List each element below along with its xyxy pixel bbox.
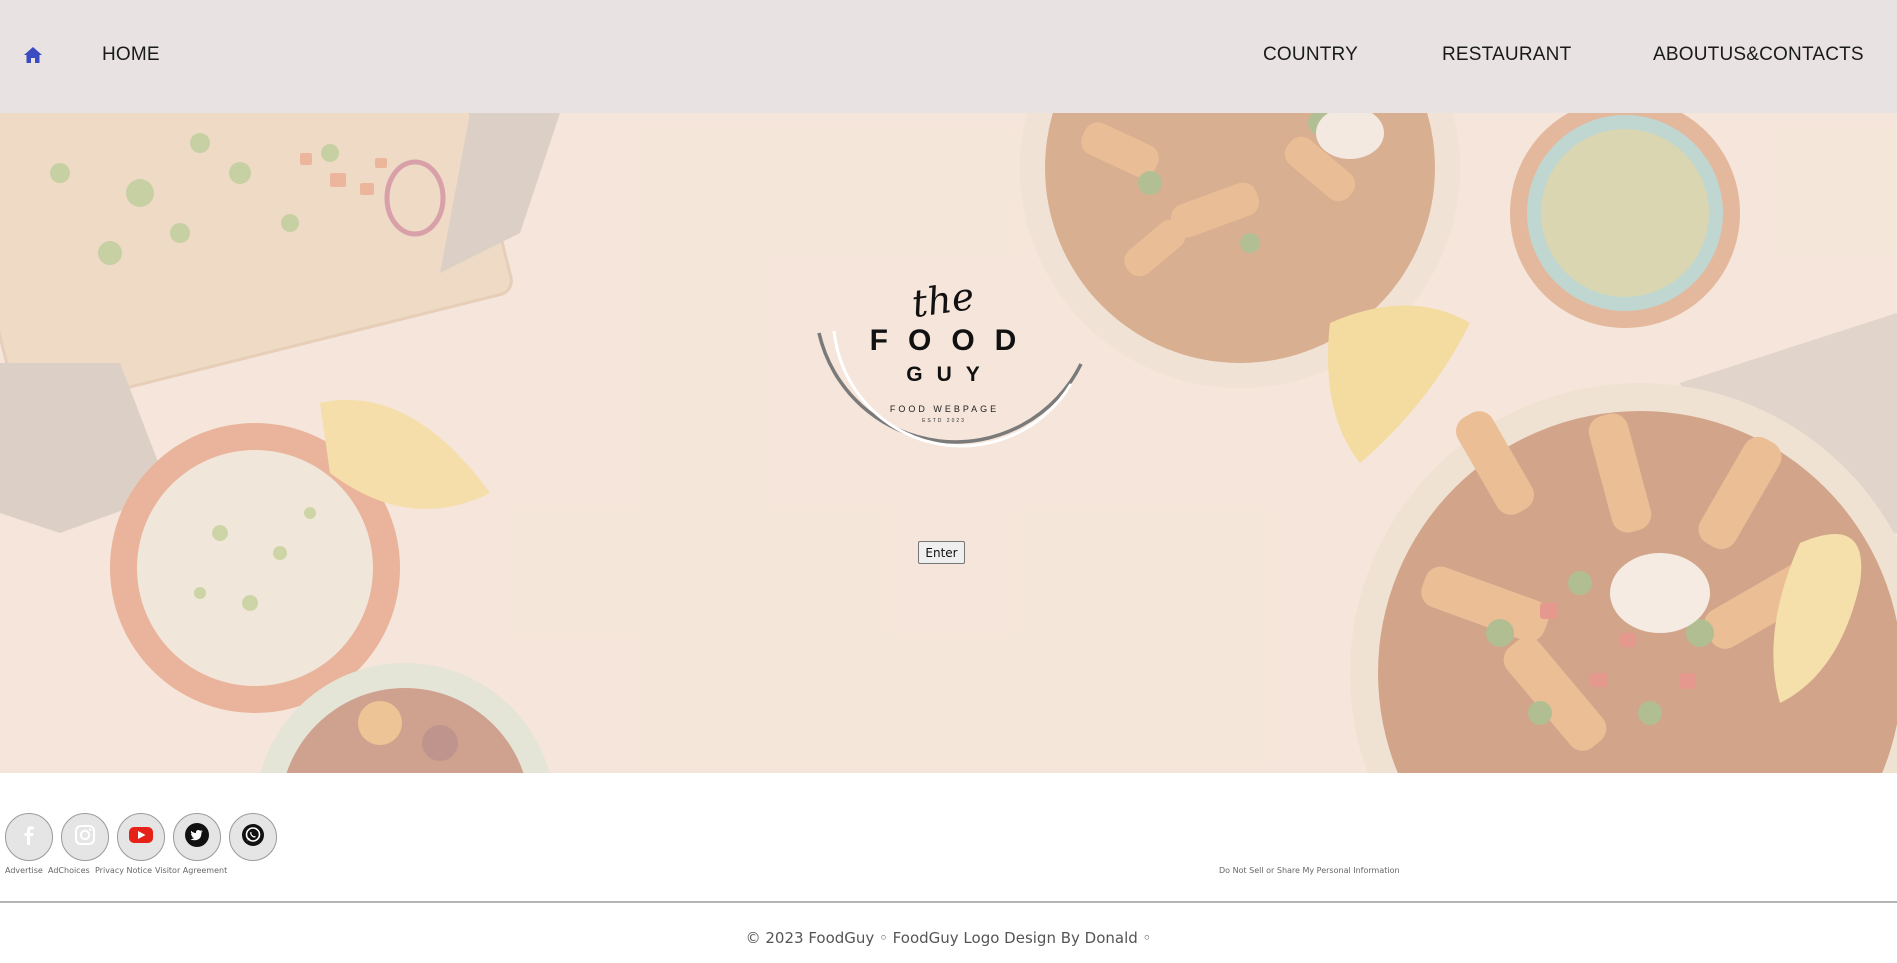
logo-est: ESTD 2023 [922,418,966,424]
footer-divider [0,901,1897,903]
footer-link-advertise[interactable]: Advertise [5,866,43,875]
instagram-icon [74,824,96,851]
whatsapp-button[interactable] [229,813,277,861]
youtube-button[interactable] [117,813,165,861]
logo-guy-text: GUY [906,363,994,386]
footer-link-privacy-notice[interactable]: Privacy Notice [95,866,152,875]
logo-subtitle: FOOD WEBPAGE [889,404,1000,414]
foodguy-logo: the FOOD GUY FOOD WEBPAGE ESTD 2023 [795,274,1091,498]
page: HOME COUNTRY RESTAURANT ABOUTUS&CONTACTS [0,0,1897,963]
copyright-text: © 2023 FoodGuy ◦ FoodGuy Logo Design By … [745,929,1152,947]
home-icon[interactable] [23,45,43,65]
footer-link-visitor-agreement[interactable]: Visitor Agreement [155,866,227,875]
nav-restaurant-link[interactable]: RESTAURANT [1442,44,1571,66]
instagram-button[interactable] [61,813,109,861]
twitter-icon [184,822,210,853]
footer-link-adchoices[interactable]: AdChoices [48,866,90,875]
nav-about-contacts-link[interactable]: ABOUTUS&CONTACTS [1653,44,1864,66]
nav-home-link[interactable]: HOME [102,44,160,66]
youtube-icon [128,825,154,850]
logo-food-text: FOOD [869,324,1037,357]
top-navbar: HOME COUNTRY RESTAURANT ABOUTUS&CONTACTS [0,0,1897,113]
facebook-icon [19,824,39,851]
facebook-button[interactable] [5,813,53,861]
footer-link-do-not-sell[interactable]: Do Not Sell or Share My Personal Informa… [1219,866,1400,875]
whatsapp-icon [241,823,265,852]
twitter-button[interactable] [173,813,221,861]
hero-banner: the FOOD GUY FOOD WEBPAGE ESTD 2023 Ente… [0,113,1897,773]
nav-country-link[interactable]: COUNTRY [1263,44,1358,66]
enter-button[interactable]: Enter [918,541,965,564]
